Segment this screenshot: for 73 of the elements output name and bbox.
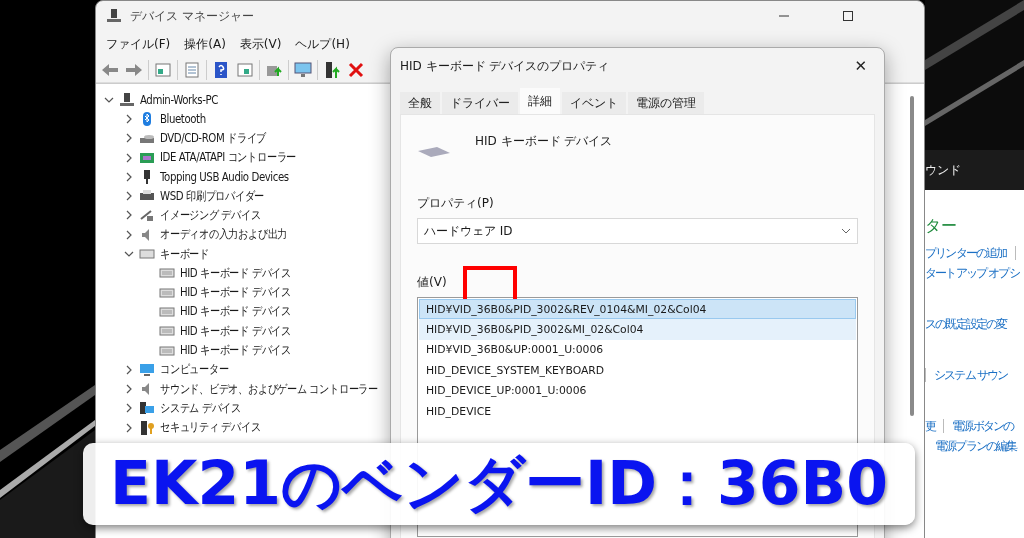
monitor-icon[interactable]: [293, 59, 313, 80]
settings-link[interactable]: スの既定設定の変: [925, 315, 1007, 333]
section-heading: ター: [925, 216, 958, 237]
expand-chevron-icon[interactable]: [124, 191, 134, 202]
header-text: ウンド: [925, 161, 961, 179]
field-label: 値(V): [417, 274, 448, 291]
computer-icon: [106, 8, 122, 24]
device-name: HID キーボード デバイス: [475, 133, 613, 150]
tree-item[interactable]: コンピューター: [160, 361, 229, 379]
menu-item[interactable]: 表示(V): [233, 33, 288, 55]
tab[interactable]: イベント: [562, 92, 626, 114]
tab[interactable]: 詳細: [520, 88, 560, 114]
tab[interactable]: ドライバー: [442, 92, 518, 114]
tree-item[interactable]: Admin-Works-PC: [140, 92, 218, 107]
maximize-icon[interactable]: [842, 10, 854, 22]
expand-chevron-icon[interactable]: [124, 152, 134, 163]
tree-item[interactable]: セキュリティ デバイス: [160, 419, 261, 437]
chevron-down-icon: [841, 226, 851, 236]
tree-item[interactable]: HID キーボード デバイス: [180, 264, 291, 282]
menu-item[interactable]: ファイル(F): [100, 33, 177, 55]
tree-item[interactable]: WSD 印刷プロバイダー: [160, 187, 265, 205]
property-dropdown[interactable]: ハードウェア ID: [417, 218, 858, 244]
keyboard-icon: [139, 246, 155, 262]
tree-item[interactable]: イメージング デバイス: [160, 206, 261, 224]
close-button[interactable]: ✕: [848, 55, 873, 77]
tab[interactable]: 全般: [400, 92, 440, 114]
tree-item[interactable]: Bluetooth: [160, 111, 206, 126]
monitor-icon: [139, 361, 155, 378]
tree-item[interactable]: DVD/CD-ROM ドライブ: [160, 129, 267, 147]
expand-chevron-icon[interactable]: [124, 384, 134, 395]
settings-link[interactable]: 電源プランの編集: [935, 437, 1017, 455]
tree-item[interactable]: Topping USB Audio Devices: [160, 169, 289, 184]
expand-chevron-icon[interactable]: [124, 113, 134, 124]
list-item[interactable]: HID¥VID_36B0&PID_3002&MI_02&Col04: [419, 319, 856, 340]
list-item[interactable]: HID¥VID_36B0&UP:0001_U:0006: [419, 339, 856, 361]
collapse-chevron-icon[interactable]: [124, 249, 134, 259]
expand-chevron-icon[interactable]: [124, 133, 134, 144]
tree-item[interactable]: HID キーボード デバイス: [180, 342, 291, 359]
expand-chevron-icon[interactable]: [124, 422, 134, 433]
list-item[interactable]: HID_DEVICE: [419, 400, 856, 422]
dialog-title: HID キーボード デバイスのプロパティ: [400, 57, 610, 75]
computer-icon: [139, 400, 155, 417]
settings-link[interactable]: 更: [925, 417, 936, 435]
field-label: プロパティ(P): [417, 195, 495, 212]
caption-text: EK21のベンダーID：36B0: [109, 446, 889, 520]
tree-item[interactable]: オーディオの入力および出力: [160, 226, 288, 244]
settings-link[interactable]: システム サウン: [934, 366, 1008, 384]
list-item[interactable]: HID_DEVICE_UP:0001_U:0006: [419, 380, 856, 401]
tree-item[interactable]: HID キーボード デバイス: [180, 303, 291, 321]
menu-item[interactable]: ヘルプ(H): [289, 33, 356, 55]
menu-item[interactable]: 操作(A): [178, 33, 232, 55]
lock-key-icon: [139, 419, 155, 436]
tab[interactable]: 電源の管理: [628, 92, 704, 114]
tree-item[interactable]: サウンド、ビデオ、およびゲーム コントローラー: [160, 380, 378, 398]
expand-chevron-icon[interactable]: [124, 171, 134, 182]
camera-icon: [139, 207, 155, 224]
settings-link[interactable]: プリンターの追加: [925, 244, 1007, 262]
list-item[interactable]: HID¥VID_36B0&PID_3002&REV_0104&MI_02&Col04: [419, 299, 856, 320]
tree-item[interactable]: キーボード: [160, 245, 209, 263]
settings-link[interactable]: タートアップ オプシ: [925, 264, 1019, 282]
scrollbar[interactable]: [910, 96, 914, 416]
expand-chevron-icon[interactable]: [124, 210, 134, 221]
computer-icon: [119, 91, 135, 108]
expand-chevron-icon[interactable]: [124, 403, 134, 414]
settings-link[interactable]: 電源ボタンの: [952, 417, 1014, 435]
expand-chevron-icon[interactable]: [124, 229, 134, 240]
tree-item[interactable]: システム デバイス: [160, 399, 242, 417]
expand-chevron-icon[interactable]: [124, 364, 134, 375]
tree-item[interactable]: IDE ATA/ATAPI コントローラー: [160, 149, 297, 167]
tree-item[interactable]: HID キーボード デバイス: [180, 284, 291, 302]
window-title: デバイス マネージャー: [130, 7, 255, 25]
tree-item[interactable]: HID キーボード デバイス: [180, 322, 291, 340]
list-item[interactable]: HID_DEVICE_SYSTEM_KEYBOARD: [419, 360, 856, 381]
